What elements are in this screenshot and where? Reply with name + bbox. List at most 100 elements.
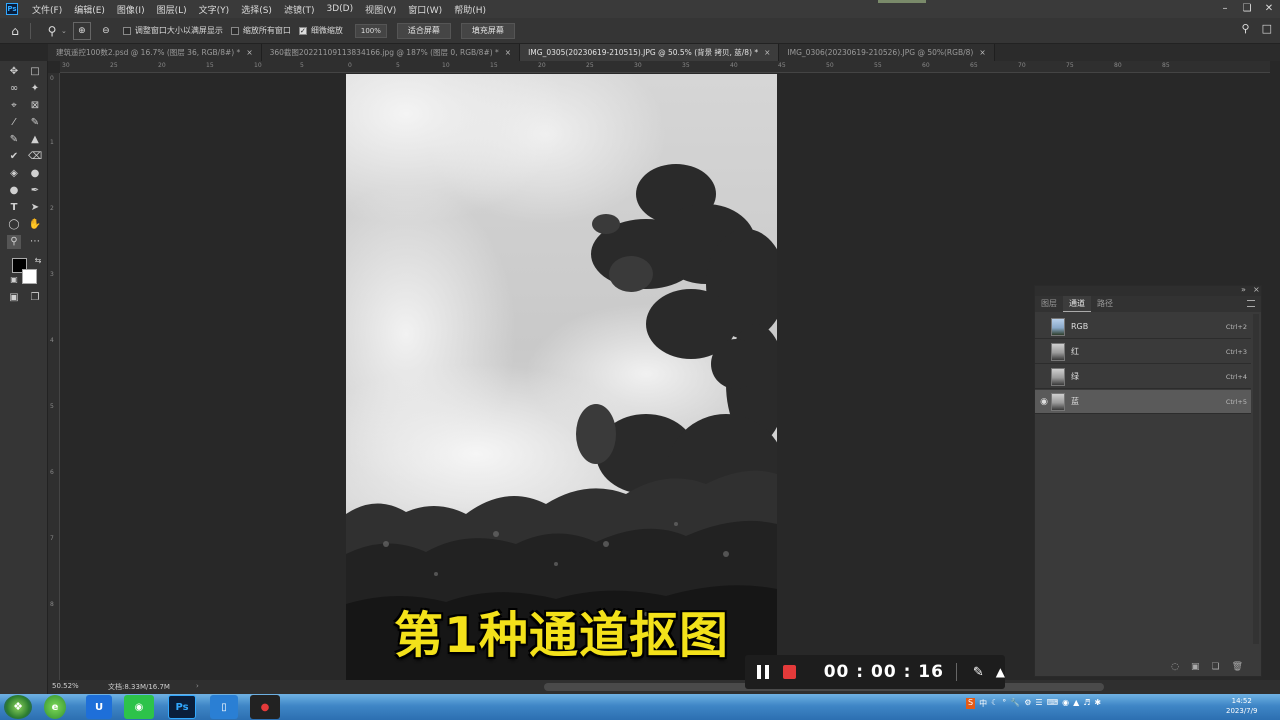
app-u-icon[interactable]: U: [86, 695, 112, 719]
close-icon[interactable]: ×: [979, 48, 985, 57]
new-channel-icon[interactable]: ❏: [1211, 662, 1219, 672]
restore-icon[interactable]: ❏: [1236, 0, 1258, 18]
zoom-in-icon[interactable]: ⊕: [72, 21, 91, 40]
doc-tab[interactable]: 360截图20221109113834166.jpg @ 187% (图层 0,…: [261, 44, 521, 61]
eye-icon[interactable]: ◉: [1038, 396, 1050, 408]
quick-selection-icon[interactable]: ✦: [28, 82, 42, 96]
collapse-icon[interactable]: »: [1241, 285, 1246, 294]
dot-icon[interactable]: °: [1002, 698, 1006, 709]
hand-tool-icon[interactable]: ✋: [28, 218, 42, 232]
menu-3d[interactable]: 3D(D): [320, 4, 359, 14]
quick-mask-icon[interactable]: ▣: [7, 291, 21, 305]
channel-row-rgb[interactable]: RGB Ctrl+2: [1035, 315, 1251, 339]
pause-icon[interactable]: [757, 665, 770, 679]
menu-view[interactable]: 视图(V): [359, 3, 402, 16]
menu-edit[interactable]: 编辑(E): [68, 3, 111, 16]
zoom-value-field[interactable]: 100%: [354, 23, 387, 38]
visibility-toggle[interactable]: [1038, 346, 1050, 358]
channel-row-blue[interactable]: ◉ 蓝 Ctrl+5: [1035, 390, 1251, 414]
close-icon[interactable]: ×: [505, 48, 511, 57]
zoom-out-icon[interactable]: ⊖: [97, 22, 115, 40]
pen-icon[interactable]: ✎: [973, 665, 984, 680]
paint-bucket-icon[interactable]: ◈: [7, 167, 21, 181]
menu-layer[interactable]: 图层(L): [151, 3, 193, 16]
gear-icon[interactable]: ⚙: [1024, 698, 1031, 709]
frame-tool-icon[interactable]: ⊠: [28, 99, 42, 113]
delete-channel-icon[interactable]: 🗑: [1232, 662, 1243, 672]
wrench-icon[interactable]: 🔧: [1010, 698, 1020, 709]
brush-tool-icon[interactable]: ✎: [7, 133, 21, 147]
dodge-tool-icon[interactable]: ●: [7, 184, 21, 198]
zoom-all-windows-checkbox[interactable]: 缩放所有窗口: [230, 25, 291, 36]
more-tools-icon[interactable]: ⋯: [28, 235, 42, 249]
tab-paths[interactable]: 路径: [1091, 296, 1119, 312]
pen-tool-icon[interactable]: ✒: [28, 184, 42, 198]
default-colors-icon[interactable]: ▣: [7, 273, 21, 287]
menu-window[interactable]: 窗口(W): [402, 3, 448, 16]
zoom-readout[interactable]: 50.52%: [52, 682, 79, 690]
history-brush-icon[interactable]: ✔: [7, 150, 21, 164]
visibility-toggle[interactable]: [1038, 371, 1050, 383]
checkbox-box-checked[interactable]: ✓: [298, 26, 307, 35]
start-button-icon[interactable]: ❖: [4, 695, 32, 719]
taskbar-clock[interactable]: 14:52 2023/7/9: [1226, 696, 1257, 716]
move-tool-icon[interactable]: ✥: [7, 65, 21, 79]
zoom-tool-icon[interactable]: ⚲: [7, 235, 21, 249]
clone-stamp-icon[interactable]: ▲: [28, 133, 42, 147]
photoshop-icon[interactable]: Ps: [168, 695, 196, 719]
minimize-icon[interactable]: –: [1214, 0, 1236, 18]
screen-mode-icon[interactable]: ❐: [28, 291, 42, 305]
marquee-tool-icon[interactable]: □: [28, 65, 42, 79]
doc-tab[interactable]: IMG_0306(20230619-210526).JPG @ 50%(RGB/…: [779, 44, 995, 61]
healing-brush-icon[interactable]: ✎: [28, 116, 42, 130]
channel-row-red[interactable]: 红 Ctrl+3: [1035, 340, 1251, 364]
ellipse-tool-icon[interactable]: ◯: [7, 218, 21, 232]
doc-tab-active[interactable]: IMG_0305(20230619-210515).JPG @ 50.5% (背…: [520, 44, 780, 61]
menu-help[interactable]: 帮助(H): [448, 3, 492, 16]
type-tool-icon[interactable]: T: [7, 201, 21, 215]
phone-app-icon[interactable]: ▯: [210, 695, 238, 719]
close-icon[interactable]: ×: [764, 48, 770, 57]
search-icon[interactable]: ⚲: [1242, 22, 1250, 35]
panel-scrollbar[interactable]: [1253, 314, 1259, 644]
blur-tool-icon[interactable]: ●: [28, 167, 42, 181]
menu-select[interactable]: 选择(S): [235, 3, 278, 16]
close-icon[interactable]: ×: [246, 48, 252, 57]
checkbox-box[interactable]: [122, 26, 131, 35]
menu-filter[interactable]: 滤镜(T): [278, 3, 321, 16]
panel-menu-icon[interactable]: [1247, 300, 1255, 307]
fill-screen-button[interactable]: 填充屏幕: [460, 22, 515, 39]
network-icon[interactable]: ▲: [1073, 698, 1079, 709]
resize-windows-checkbox[interactable]: 调整窗口大小以满屏显示: [122, 25, 223, 36]
swap-colors-icon[interactable]: ⇆: [31, 254, 45, 268]
load-selection-icon[interactable]: ◌: [1171, 662, 1179, 672]
workspace-icon[interactable]: □: [1262, 22, 1272, 35]
ime-lang[interactable]: 中: [979, 698, 987, 709]
moon-icon[interactable]: ☾: [991, 698, 998, 709]
scrubby-zoom-checkbox[interactable]: ✓ 细微缩放: [298, 25, 343, 36]
tab-layers[interactable]: 图层: [1035, 296, 1063, 312]
app-tray-icon[interactable]: ◉: [1062, 698, 1069, 709]
path-selection-icon[interactable]: ➤: [28, 201, 42, 215]
ime-icon[interactable]: S: [966, 698, 976, 709]
clipboard-icon[interactable]: ☰: [1035, 698, 1042, 709]
eyedropper-icon[interactable]: ⁄: [7, 116, 21, 130]
browser-icon[interactable]: e: [44, 695, 66, 719]
volume-icon[interactable]: ♬: [1083, 698, 1090, 709]
menu-type[interactable]: 文字(Y): [193, 3, 236, 16]
stop-icon[interactable]: [783, 665, 796, 679]
background-color-swatch[interactable]: [22, 269, 37, 284]
close-icon[interactable]: ✕: [1258, 0, 1280, 18]
chevron-right-icon[interactable]: ›: [196, 682, 199, 690]
bluetooth-icon[interactable]: ✱: [1094, 698, 1101, 709]
eraser-icon[interactable]: ⌫: [28, 150, 42, 164]
home-icon[interactable]: ⌂: [6, 22, 24, 40]
document-canvas[interactable]: [346, 74, 777, 680]
close-icon[interactable]: ×: [1253, 285, 1260, 294]
chevron-down-icon[interactable]: ⌄: [61, 27, 67, 35]
zoom-tool-icon[interactable]: ⚲: [43, 22, 61, 40]
tab-channels[interactable]: 通道: [1063, 296, 1091, 312]
save-selection-icon[interactable]: ▣: [1191, 662, 1200, 672]
fit-screen-button[interactable]: 适合屏幕: [396, 22, 451, 39]
recorder-app-icon[interactable]: ●: [250, 695, 280, 719]
